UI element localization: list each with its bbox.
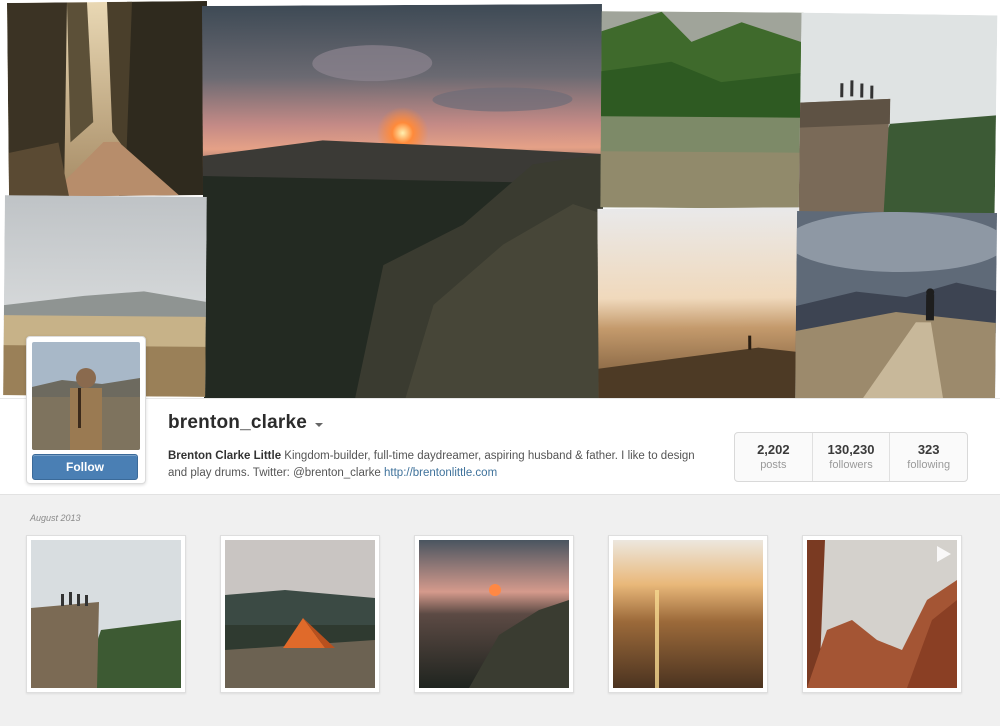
username: brenton_clarke [168,412,308,433]
chevron-down-icon[interactable] [315,422,324,427]
photo-feed: August 2013 [0,494,1000,726]
stat-value: 323 [917,442,940,457]
full-name: Brenton Clarke Little [168,450,282,462]
cover-photo-horizon [597,207,801,409]
stat-followers[interactable]: 130,230 followers [813,433,891,481]
cover-photo-sunset-cliff [201,3,605,405]
website-link[interactable]: http://brentonlittle.com [384,467,497,479]
stat-label: posts [760,459,787,471]
avatar[interactable] [32,342,140,450]
cover-photo-mosaic [0,0,1000,412]
feed-item-sunset-rock[interactable] [414,535,574,693]
cover-photo-river [600,11,804,209]
cover-photo-rock-outcrop [798,12,998,216]
stat-label: following [907,459,951,471]
profile-stats: 2,202 posts 130,230 followers 323 follow… [734,432,968,482]
stat-label: followers [829,459,873,471]
cover-photo-forest-road [6,0,210,198]
profile-bio: Brenton Clarke Little Kingdom-builder, f… [168,448,708,482]
feed-item-hazy-sunset[interactable] [608,535,768,693]
feed-item-tent[interactable] [220,535,380,693]
feed-item-cliff-group[interactable] [26,535,186,693]
cover-photo-hiker-trail [794,210,998,412]
stat-value: 2,202 [757,442,790,457]
stat-value: 130,230 [827,442,875,457]
stat-posts[interactable]: 2,202 posts [735,433,813,481]
month-heading: August 2013 [30,513,81,523]
stat-following[interactable]: 323 following [890,433,967,481]
feed-item-red-rocks-video[interactable] [802,535,962,693]
play-icon [937,546,951,562]
follow-button[interactable]: Follow [32,454,138,480]
profile-card: Follow [26,336,146,484]
username-row: brenton_clarke [168,412,324,434]
